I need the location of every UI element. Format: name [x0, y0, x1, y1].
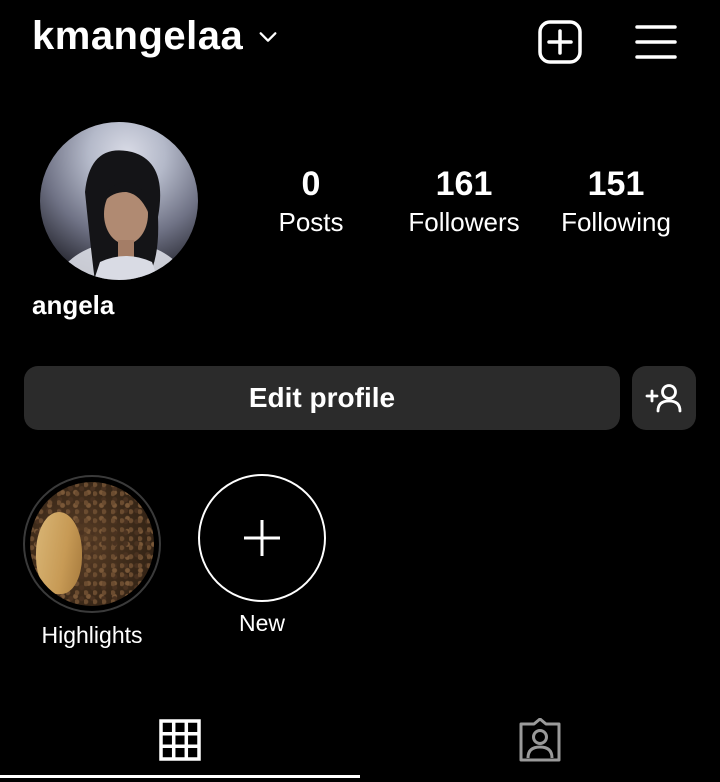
new-highlight-button[interactable] — [198, 474, 326, 602]
highlight-item[interactable] — [23, 475, 161, 613]
account-switcher[interactable]: kmangelaa — [32, 14, 279, 59]
tagged-person-icon — [519, 718, 561, 762]
hamburger-menu-icon — [635, 25, 677, 59]
following-label: Following — [561, 207, 671, 237]
posts-label: Posts — [278, 207, 344, 237]
tab-tagged[interactable] — [360, 700, 720, 780]
posts-stat[interactable]: 0 Posts — [236, 164, 386, 240]
posts-count: 0 — [301, 165, 321, 203]
edit-profile-button[interactable]: Edit profile — [24, 366, 620, 430]
create-post-button[interactable] — [536, 18, 584, 66]
followers-count: 161 — [435, 165, 493, 203]
menu-button[interactable] — [632, 18, 680, 66]
plus-icon — [244, 520, 280, 556]
add-person-icon — [645, 384, 682, 413]
selected-tab-indicator — [0, 775, 360, 778]
new-highlight-label: New — [238, 610, 285, 636]
discover-people-button[interactable] — [632, 366, 696, 430]
highlight-cover-figure — [36, 512, 82, 594]
tab-grid[interactable] — [0, 700, 360, 780]
following-stat[interactable]: 151 Following — [541, 164, 691, 240]
followers-label: Followers — [408, 207, 520, 237]
highlight-label: Highlights — [41, 622, 143, 648]
highlight-cover — [30, 482, 154, 606]
followers-stat[interactable]: 161 Followers — [389, 164, 539, 240]
following-count: 151 — [587, 165, 645, 203]
add-post-icon — [538, 20, 582, 64]
grid-icon — [159, 719, 201, 761]
username-title: kmangelaa — [32, 14, 244, 58]
display-name: angela — [32, 290, 115, 320]
chevron-down-icon — [259, 31, 277, 42]
profile-avatar[interactable] — [40, 122, 198, 280]
avatar-photo — [55, 150, 189, 280]
